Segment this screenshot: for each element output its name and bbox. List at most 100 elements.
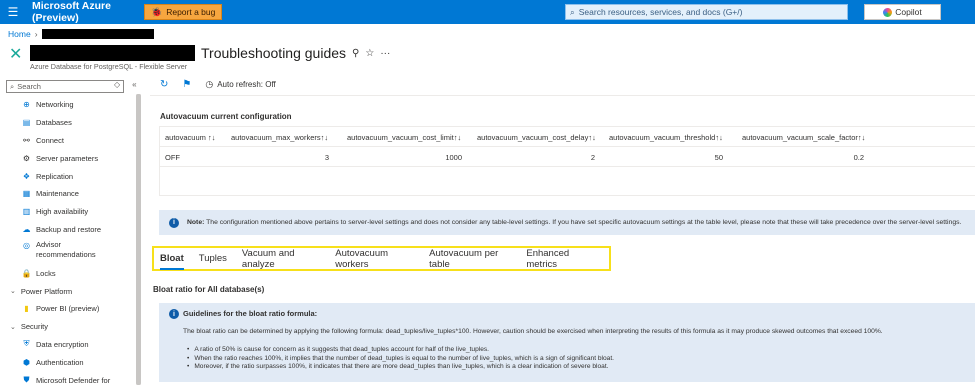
sidebar-item-label: Microsoft Defender for xyxy=(36,375,111,385)
tools-icon: ✕ xyxy=(9,46,23,63)
search-icon: ⌕ xyxy=(570,6,575,17)
search-icon: ⌕ xyxy=(10,81,15,91)
report-bug-button[interactable]: 🐞 Report a bug xyxy=(144,4,223,20)
divider xyxy=(150,95,975,96)
feedback-icon[interactable]: ⚑ xyxy=(182,79,191,90)
sidebar-search-input[interactable]: ⌕ Search xyxy=(6,80,124,93)
column-header[interactable]: autovacuum_vacuum_threshold ↑↓ xyxy=(609,127,723,147)
column-header[interactable]: autovacuum_max_workers ↑↓ xyxy=(231,127,328,147)
power-bi-icon: ▮ xyxy=(24,304,29,314)
sidebar-item-locks[interactable]: 🔒 Locks xyxy=(0,264,142,282)
sidebar-item-label: Replication xyxy=(36,171,74,181)
clock-icon: ◷ xyxy=(205,79,214,89)
shield-icon: ⛨ xyxy=(23,339,30,349)
column-header-label: autovacuum_vacuum_cost_delay xyxy=(477,132,589,142)
sidebar-item-data-encryption[interactable]: ⛨ Data encryption xyxy=(0,336,142,354)
sidebar-nav: ⊕ Networking ▤ Databases ⚯ Connect ⚙ Server … xyxy=(0,96,142,389)
list-item: When the ratio reaches 100%, it implies … xyxy=(187,355,614,364)
guidelines-text: The bloat ratio can be determined by app… xyxy=(183,328,883,335)
maintenance-icon: ▦ xyxy=(22,189,31,199)
sort-icon: ↑↓ xyxy=(857,132,866,142)
auto-refresh-button[interactable]: ◷ Auto refresh: Off xyxy=(205,79,275,90)
sidebar-item-networking[interactable]: ⊕ Networking xyxy=(0,96,142,114)
sidebar-item-power-bi[interactable]: ▮ Power BI (preview) xyxy=(0,300,142,318)
column-header[interactable]: autovacuum_vacuum_cost_delay ↑↓ xyxy=(477,127,596,147)
resource-sidebar: ⌕ Search ◇ « ⊕ Networking ▤ Databases ⚯ Con… xyxy=(0,76,149,385)
table-cell: 3 xyxy=(324,152,329,162)
sidebar-item-label: High availability xyxy=(36,207,89,217)
sidebar-item-replication[interactable]: ❖ Replication xyxy=(0,167,142,185)
tab-autovacuum-workers[interactable]: Autovacuum workers xyxy=(335,248,414,270)
guidelines-title: Guidelines for the bloat ratio formula: xyxy=(183,309,318,318)
sidebar-group-security[interactable]: ⌄ Security xyxy=(0,318,142,336)
tab-autovacuum-per-table[interactable]: Autovacuum per table xyxy=(429,248,511,270)
table-cell: 0.2 xyxy=(853,152,864,162)
redacted-server-name xyxy=(41,29,154,39)
autovacuum-table: autovacuum ↑↓ autovacuum_max_workers ↑↓ a… xyxy=(159,126,975,196)
tab-tuples[interactable]: Tuples xyxy=(199,250,227,268)
advisor-icon: ◎ xyxy=(23,241,30,251)
network-icon: ⊕ xyxy=(23,100,30,110)
database-icon: ▤ xyxy=(22,118,31,128)
list-item: A ratio of 50% is cause for concern as i… xyxy=(187,346,614,355)
auto-refresh-label: Auto refresh: Off xyxy=(217,80,276,89)
redacted-resource-name xyxy=(30,45,195,61)
sidebar-item-advisor-recommendations[interactable]: ◎ Advisor recommendations xyxy=(0,238,142,264)
sidebar-item-server-parameters[interactable]: ⚙ Server parameters xyxy=(0,149,142,167)
sidebar-item-high-availability[interactable]: ▥ High availability xyxy=(0,203,142,221)
sidebar-scrollbar-thumb[interactable] xyxy=(136,94,141,385)
table-cell: 2 xyxy=(590,152,595,162)
sidebar-item-authentication[interactable]: ⬢ Authentication xyxy=(0,353,142,371)
report-bug-label: Report a bug xyxy=(166,7,216,17)
availability-icon: ▥ xyxy=(22,207,31,217)
collapse-sidebar-icon[interactable]: « xyxy=(132,80,136,89)
sidebar-options-icon[interactable]: ◇ xyxy=(114,80,120,89)
pin-icon[interactable]: ⚲ xyxy=(352,48,359,59)
info-icon: i xyxy=(169,217,179,228)
lock-icon: 🔒 xyxy=(21,268,32,278)
table-cell: OFF xyxy=(165,152,180,162)
sort-icon: ↑↓ xyxy=(207,132,216,142)
tab-enhanced-metrics[interactable]: Enhanced metrics xyxy=(526,248,594,270)
chevron-down-icon: ⌄ xyxy=(10,288,16,296)
more-options-icon[interactable]: ··· xyxy=(380,48,390,59)
note-text: The configuration mentioned above pertai… xyxy=(206,219,962,226)
sidebar-group-label: Power Platform xyxy=(20,286,73,296)
sidebar-item-defender[interactable]: ⛊ Microsoft Defender for xyxy=(0,371,142,389)
breadcrumb-home[interactable]: Home xyxy=(8,29,31,39)
table-cell: 1000 xyxy=(445,152,462,162)
favorite-star-icon[interactable]: ☆ xyxy=(365,48,374,59)
column-header-label: autovacuum_vacuum_threshold xyxy=(609,132,716,142)
authentication-icon: ⬢ xyxy=(23,357,30,367)
brand-title[interactable]: Microsoft Azure (Preview) xyxy=(32,0,144,24)
table-row: OFF 3 1000 2 50 0.2 xyxy=(160,147,975,167)
sidebar-item-label: Locks xyxy=(36,268,56,278)
sidebar-item-connect[interactable]: ⚯ Connect xyxy=(0,132,142,150)
column-header-label: autovacuum xyxy=(165,132,206,142)
sort-icon: ↑↓ xyxy=(715,132,723,142)
sidebar-item-label: Backup and restore xyxy=(36,224,102,234)
sidebar-item-label: Power BI (preview) xyxy=(36,304,100,314)
backup-icon: ☁ xyxy=(22,224,31,234)
column-header[interactable]: autovacuum_vacuum_cost_limit ↑↓ xyxy=(347,127,461,147)
replication-icon: ❖ xyxy=(22,171,31,181)
refresh-icon[interactable]: ↻ xyxy=(160,79,168,90)
sidebar-item-databases[interactable]: ▤ Databases xyxy=(0,114,142,132)
sidebar-item-maintenance[interactable]: ▦ Maintenance xyxy=(0,185,142,203)
sidebar-group-power-platform[interactable]: ⌄ Power Platform xyxy=(0,282,142,300)
bloat-guidelines: i Guidelines for the bloat ratio formula… xyxy=(159,303,975,382)
global-search-input[interactable]: ⌕ Search resources, services, and docs (… xyxy=(565,4,848,20)
info-icon: i xyxy=(169,309,179,319)
bug-icon: 🐞 xyxy=(151,6,163,17)
column-header[interactable]: autovacuum ↑↓ xyxy=(165,127,215,147)
column-header[interactable]: autovacuum_vacuum_scale_factor ↑↓ xyxy=(742,127,865,147)
menu-icon[interactable]: ☰ xyxy=(0,0,26,24)
tab-bloat[interactable]: Bloat xyxy=(160,250,184,270)
sidebar-item-label: Server parameters xyxy=(36,153,99,163)
sidebar-group-label: Security xyxy=(20,322,48,332)
sidebar-item-backup-and-restore[interactable]: ☁ Backup and restore xyxy=(0,221,142,239)
global-search-placeholder: Search resources, services, and docs (G+… xyxy=(578,7,743,17)
sidebar-scrollbar[interactable] xyxy=(136,94,141,385)
copilot-button[interactable]: Copilot xyxy=(864,4,941,20)
tab-vacuum-and-analyze[interactable]: Vacuum and analyze xyxy=(242,248,320,270)
